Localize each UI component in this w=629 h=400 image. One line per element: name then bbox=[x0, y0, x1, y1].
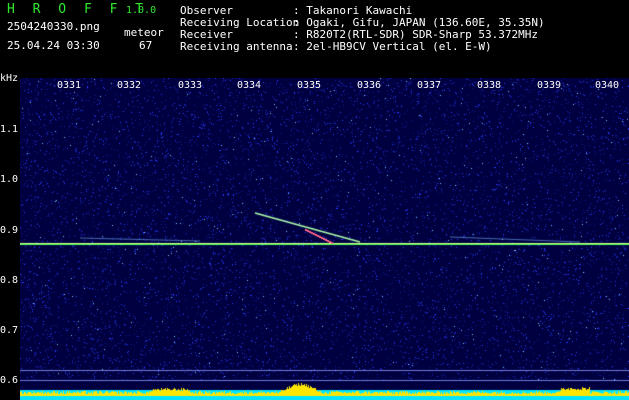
x-tick-label: 0332 bbox=[117, 80, 142, 91]
x-tick-label: 0334 bbox=[237, 80, 262, 91]
x-tick-label: 0336 bbox=[357, 80, 382, 91]
antenna-label: Receiving antenna bbox=[180, 40, 293, 53]
y-tick-label: 1.0 bbox=[0, 174, 19, 185]
header-panel: H R O F F T 1.0.0 2504240330.png meteor … bbox=[0, 0, 629, 78]
date-time: 25.04.24 03:30 bbox=[7, 39, 100, 52]
spectrogram-canvas bbox=[20, 78, 629, 400]
x-tick-label: 0331 bbox=[57, 80, 82, 91]
x-tick-label: 0338 bbox=[477, 80, 502, 91]
x-tick-label: 0339 bbox=[537, 80, 562, 91]
x-tick-label: 0340 bbox=[595, 80, 620, 91]
x-tick-label: 0335 bbox=[297, 80, 322, 91]
y-axis-unit: kHz bbox=[0, 73, 19, 84]
y-tick-label: 0.9 bbox=[0, 225, 19, 236]
file-name: 2504240330.png bbox=[7, 20, 100, 33]
meteor-label: meteor bbox=[124, 26, 164, 39]
x-tick-label: 0337 bbox=[417, 80, 442, 91]
meteor-count: 67 bbox=[139, 39, 153, 52]
y-tick-label: 1.1 bbox=[0, 124, 19, 135]
y-tick-label: 0.7 bbox=[0, 325, 19, 336]
y-tick-label: 0.8 bbox=[0, 275, 19, 286]
x-tick-label: 0333 bbox=[178, 80, 203, 91]
app-version: 1.0.0 bbox=[126, 5, 157, 16]
antenna-value: : 2el-HB9CV Vertical (el. E-W) bbox=[293, 40, 492, 53]
y-tick-label: 0.6 bbox=[0, 375, 19, 386]
